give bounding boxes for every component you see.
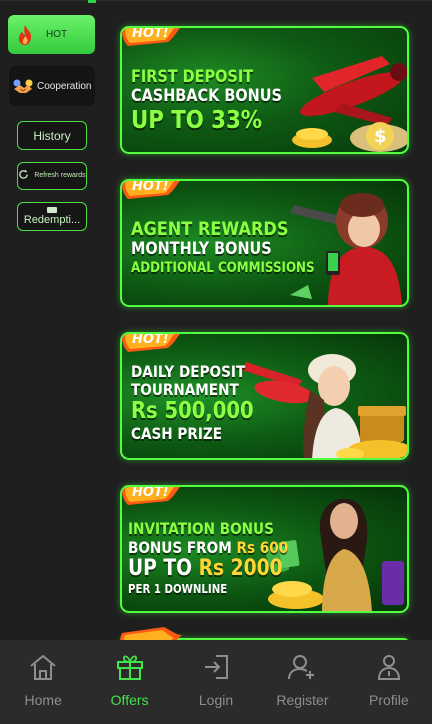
gift-icon: [114, 652, 146, 682]
banner4-line4: PER 1 DOWNLINE: [128, 582, 228, 596]
nav-register-label: Register: [276, 692, 329, 708]
banner3-line2: TOURNAMENT: [131, 380, 239, 399]
login-icon: [200, 652, 232, 682]
promo-banner-first-deposit[interactable]: $ HOT! FIRST DEPOSIT CASHBACK BONUS UP T…: [120, 26, 409, 154]
nav-register[interactable]: Register: [259, 640, 345, 724]
svg-text:$: $: [374, 126, 387, 147]
handshake-icon: [9, 77, 37, 95]
banner2-line1: AGENT REWARDS: [131, 218, 289, 240]
profile-icon: [373, 652, 405, 682]
banner1-line3: UP TO 33%: [131, 105, 263, 134]
hot-badge-label: HOT!: [132, 332, 169, 347]
hot-badge-label: HOT!: [132, 26, 169, 41]
category-cooperation-label: Cooperation: [37, 80, 92, 92]
home-icon: [27, 652, 59, 682]
banner3-line1: DAILY DEPOSIT: [131, 362, 246, 381]
bottom-navigation: Home Offers Login Register Profile: [0, 640, 432, 724]
nav-offers[interactable]: Offers: [86, 640, 172, 724]
promo-banner-invitation-bonus[interactable]: HOT! INVITATION BONUS BONUS FROM Rs 600 …: [120, 485, 409, 613]
banner4-line1: INVITATION BONUS: [128, 519, 274, 538]
nav-login[interactable]: Login: [173, 640, 259, 724]
nav-profile[interactable]: Profile: [346, 640, 432, 724]
promo-banner-daily-deposit[interactable]: HOT! DAILY DEPOSIT TOURNAMENT Rs 500,000…: [120, 332, 409, 460]
redeem-icon: [47, 207, 57, 213]
banner4-line3a: UP TO: [128, 556, 193, 581]
nav-home-label: Home: [24, 692, 62, 708]
nav-home[interactable]: Home: [0, 640, 86, 724]
banner2-line3: ADDITIONAL COMMISSIONS: [131, 260, 315, 276]
banner4-line2b: Rs 600: [236, 538, 289, 557]
hot-badge-label: HOT!: [132, 485, 169, 500]
flame-icon: [8, 24, 42, 46]
hot-badge: HOT!: [122, 179, 184, 201]
refresh-rewards-label: Refresh rewards: [34, 172, 86, 179]
redemption-label: Redempti...: [23, 214, 81, 226]
banner3-line3: Rs 500,000: [131, 398, 254, 424]
aviator-woman-art: [242, 354, 407, 458]
banner4-line2a: BONUS FROM: [128, 538, 232, 557]
hot-badge: HOT!: [122, 485, 184, 507]
banner3-line4: CASH PRIZE: [131, 424, 223, 443]
add-user-icon: [286, 652, 318, 682]
category-sidebar: HOT Cooperation History Refresh rewards …: [0, 0, 104, 640]
hot-badge: HOT!: [122, 26, 184, 48]
plane-art: $: [292, 56, 407, 152]
hot-badge: HOT!: [122, 332, 184, 354]
refresh-icon: [18, 169, 29, 183]
category-cooperation[interactable]: Cooperation: [9, 66, 95, 106]
banner1-line1: FIRST DEPOSIT: [131, 67, 254, 87]
nav-profile-label: Profile: [368, 692, 409, 708]
banner1-line2: CASHBACK BONUS: [131, 86, 282, 106]
hot-badge: [116, 625, 182, 640]
nav-offers-label: Offers: [110, 692, 149, 708]
banner2-line2: MONTHLY BONUS: [131, 239, 272, 259]
banner4-line3b: Rs 2000: [198, 556, 283, 581]
nav-login-label: Login: [198, 692, 234, 708]
refresh-rewards-button[interactable]: Refresh rewards: [17, 162, 87, 190]
hot-badge-label: HOT!: [132, 179, 169, 194]
category-hot-label: HOT: [46, 29, 68, 40]
app-screen: HOT Cooperation History Refresh rewards …: [0, 0, 432, 724]
redemption-button[interactable]: Redempti...: [17, 202, 87, 231]
promo-banner-agent-rewards[interactable]: HOT! AGENT REWARDS MONTHLY BONUS ADDITIO…: [120, 179, 409, 307]
category-hot[interactable]: HOT: [8, 15, 95, 54]
history-button[interactable]: History: [17, 121, 87, 150]
